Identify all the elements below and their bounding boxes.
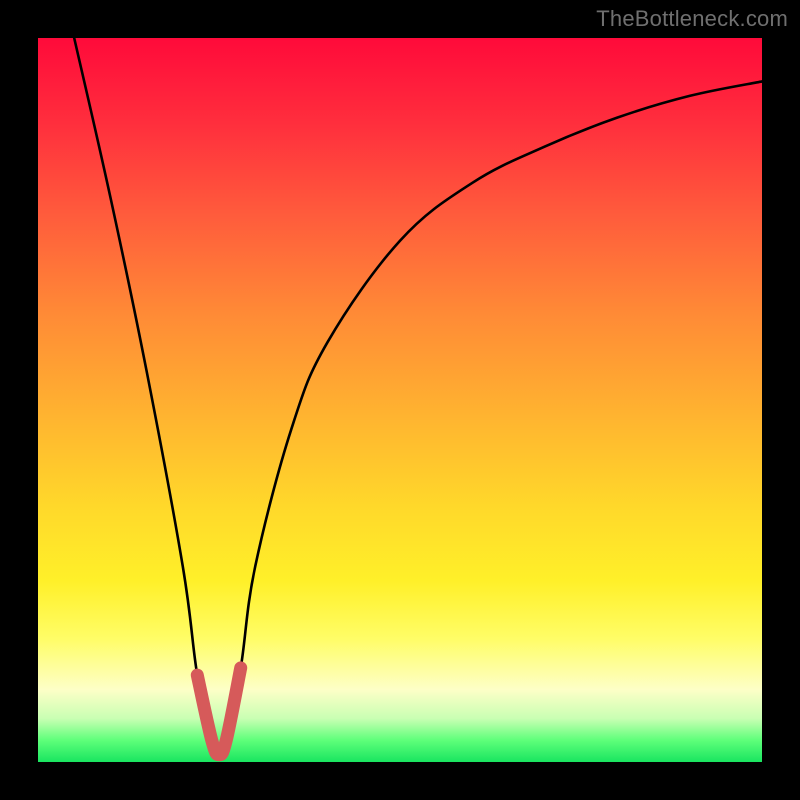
- bottleneck-curve-path: [74, 38, 762, 755]
- outer-frame: TheBottleneck.com: [0, 0, 800, 800]
- watermark-label: TheBottleneck.com: [596, 6, 788, 32]
- bottleneck-curve-accent: [197, 668, 240, 755]
- curve-svg: [38, 38, 762, 762]
- plot-area: [38, 38, 762, 762]
